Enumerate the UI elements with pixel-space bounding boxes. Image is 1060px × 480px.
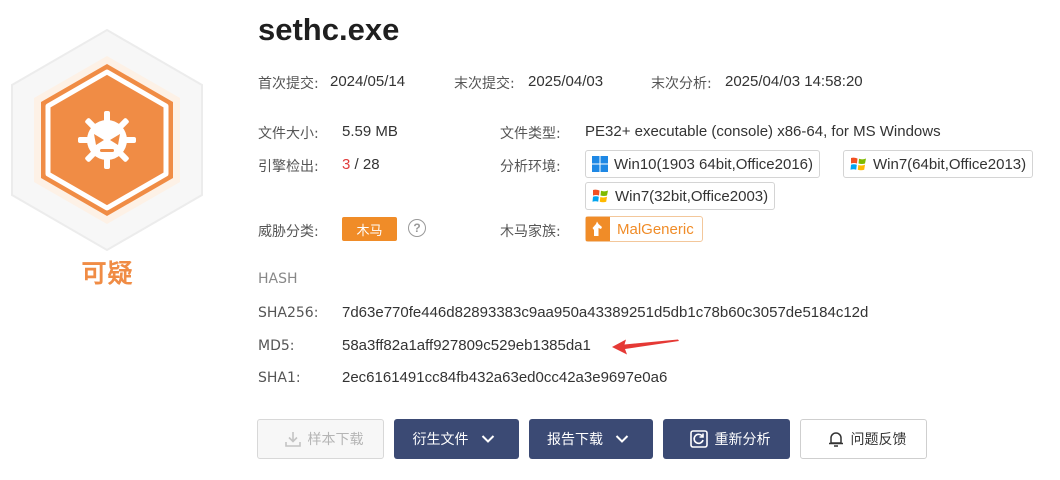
trojan-horse-icon (586, 217, 610, 241)
sha256-label: SHA256: (258, 305, 319, 321)
refresh-icon (689, 430, 708, 448)
env-label: 分析环境: (500, 159, 561, 175)
file-type-label: 文件类型: (500, 126, 561, 142)
family-label: 木马家族: (500, 224, 561, 240)
feedback-label: 问题反馈 (850, 432, 907, 448)
chevron-down-icon (481, 435, 494, 443)
last-analysis-label: 末次分析: (651, 76, 712, 92)
reanalyze-button[interactable]: 重新分析 (663, 419, 790, 459)
env-win7-64-label: Win7(64bit,Office2013) (873, 155, 1027, 173)
feedback-button[interactable]: 问题反馈 (800, 419, 927, 459)
family-tag[interactable]: MalGeneric (585, 216, 703, 242)
threat-tag: 木马 (342, 217, 397, 241)
env-win10-label: Win10(1903 64bit,Office2016) (614, 155, 814, 173)
first-submit-label: 首次提交: (258, 76, 319, 92)
first-submit-value: 2024/05/14 (330, 73, 406, 90)
env-win10[interactable]: Win10(1903 64bit,Office2016) (585, 150, 821, 178)
windows7-icon (850, 157, 866, 171)
threat-badge (6, 26, 208, 266)
sha1-value: 2ec6161491cc84fb432a63ed0cc42a3e9697e0a6 (342, 369, 668, 386)
derived-files-button[interactable]: 衍生文件 (394, 419, 519, 459)
engines-label: 引擎检出: (258, 159, 319, 175)
reanalyze-label: 重新分析 (714, 432, 771, 448)
sha256-value: 7d63e770fe446d82893383c9aa950a43389251d5… (342, 304, 869, 321)
sha1-label: SHA1: (258, 370, 301, 386)
windows10-icon (592, 156, 608, 172)
last-analysis-value: 2025/04/03 14:58:20 (725, 73, 863, 90)
verdict-label: 可疑 (81, 259, 134, 288)
chevron-down-icon (615, 435, 629, 443)
annotation-arrow-icon (612, 339, 679, 355)
download-icon (284, 432, 301, 447)
env-win7-32-label: Win7(32bit,Office2003) (615, 187, 769, 205)
report-download-label: 报告下载 (547, 432, 603, 448)
engines-value: 3 / 28 (342, 156, 380, 173)
sample-download-button[interactable]: 样本下载 (257, 419, 384, 459)
file-type-value: PE32+ executable (console) x86-64, for M… (585, 123, 941, 140)
help-icon[interactable]: ? (408, 219, 426, 237)
engines-total: / 28 (354, 156, 380, 173)
hash-heading: HASH (258, 271, 298, 287)
md5-value: 58a3ff82a1aff927809c529eb1385da1 (342, 337, 591, 354)
virus-face-icon (78, 111, 136, 169)
derived-files-label: 衍生文件 (412, 432, 469, 448)
file-size-value: 5.59 MB (342, 123, 398, 140)
engines-detected: 3 (342, 156, 351, 173)
file-name-title: sethc.exe (258, 12, 400, 47)
file-size-label: 文件大小: (258, 126, 319, 142)
env-win7-64[interactable]: Win7(64bit,Office2013) (843, 150, 1034, 178)
windows7-icon (592, 189, 608, 203)
report-download-button[interactable]: 报告下载 (529, 419, 653, 459)
last-submit-value: 2025/04/03 (528, 73, 604, 90)
env-win7-32[interactable]: Win7(32bit,Office2003) (585, 182, 776, 210)
family-tag-label: MalGeneric (617, 220, 694, 238)
bell-icon (828, 432, 843, 447)
hexagon-badge-icon (11, 28, 203, 252)
last-submit-label: 末次提交: (454, 76, 515, 92)
sample-download-label: 样本下载 (307, 432, 364, 448)
threat-label: 威胁分类: (258, 224, 319, 240)
md5-label: MD5: (258, 338, 295, 354)
